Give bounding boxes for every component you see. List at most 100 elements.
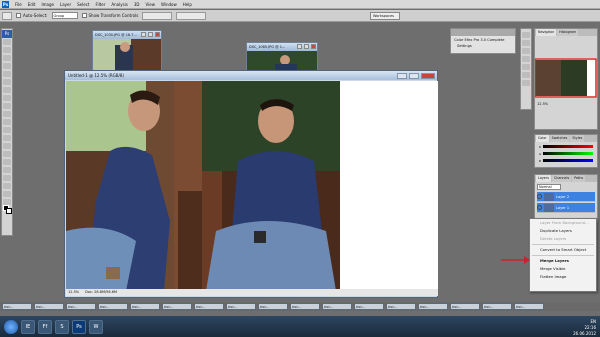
move-tool-preset-button[interactable] [2, 11, 12, 20]
document-canvas[interactable] [66, 81, 438, 291]
history-brush-tool-icon[interactable] [3, 111, 11, 117]
tray-date[interactable]: 26.06.2012 [573, 331, 596, 337]
menu-help[interactable]: Help [183, 2, 192, 7]
menu-convert-smart-object[interactable]: Convert to Smart Object [530, 246, 596, 254]
checkbox-box[interactable] [81, 13, 87, 18]
quick-select-tool-icon[interactable] [3, 63, 11, 69]
document-window-untitled[interactable]: Untitled-1 @ 12.5% (RGB/8) 12.5% Doc: 28… [64, 70, 438, 298]
taskbar-photoshop-icon[interactable]: Ps [72, 319, 86, 334]
window-titlebar[interactable]: Untitled-1 @ 12.5% (RGB/8) [65, 71, 437, 80]
menu-view[interactable]: View [146, 2, 156, 7]
menu-image[interactable]: Image [41, 2, 54, 7]
path-select-tool-icon[interactable] [3, 167, 11, 173]
minimized-doc[interactable]: DSC... [322, 303, 352, 310]
clone-source-panel-icon[interactable] [522, 56, 530, 62]
tab-histogram[interactable]: Histogram [557, 29, 579, 36]
3d-rotate-tool-icon[interactable] [3, 183, 11, 189]
checkbox-box[interactable] [16, 13, 21, 18]
marquee-tool-icon[interactable] [3, 47, 11, 53]
healing-brush-tool-icon[interactable] [3, 87, 11, 93]
navigator-zoom[interactable]: 12.5% [535, 98, 597, 110]
menu-file[interactable]: File [15, 2, 22, 7]
auto-select-dropdown[interactable]: Group [51, 12, 78, 19]
menu-layer-from-background[interactable]: Layer From Background... [530, 219, 596, 227]
menu-select[interactable]: Select [77, 2, 89, 7]
menu-filter[interactable]: Filter [95, 2, 105, 7]
hand-tool-icon[interactable] [3, 191, 11, 197]
menu-merge-visible[interactable]: Merge Visible [530, 265, 596, 273]
maximize-icon[interactable] [148, 32, 153, 37]
tab-channels[interactable]: Channels [551, 175, 572, 182]
gradient-tool-icon[interactable] [3, 127, 11, 133]
taskbar-firefox-icon[interactable]: Ff [38, 319, 52, 334]
clone-stamp-tool-icon[interactable] [3, 103, 11, 109]
tab-swatches[interactable]: Swatches [549, 135, 570, 142]
green-slider[interactable] [543, 152, 593, 155]
window-titlebar[interactable]: DSC_1030.JPG @ 16.7... [93, 31, 161, 39]
tab-paths[interactable]: Paths [572, 175, 586, 182]
masks-panel-icon[interactable] [522, 80, 530, 86]
close-icon[interactable] [155, 32, 160, 37]
minimized-doc[interactable]: DSC... [162, 303, 192, 310]
minimized-doc[interactable]: DSC... [386, 303, 416, 310]
color-efex-settings-item[interactable]: Settings [451, 44, 515, 48]
minimized-doc[interactable]: DSC... [258, 303, 288, 310]
maximize-icon[interactable] [409, 72, 419, 79]
pen-tool-icon[interactable] [3, 151, 11, 157]
minimized-doc[interactable]: DSC... [226, 303, 256, 310]
actions-panel-icon[interactable] [522, 40, 530, 46]
history-panel-icon[interactable] [522, 32, 530, 38]
paragraph-panel-icon[interactable] [522, 72, 530, 78]
eyedropper-tool-icon[interactable] [3, 79, 11, 85]
start-button-icon[interactable] [4, 319, 18, 334]
brushes-panel-icon[interactable] [522, 48, 530, 54]
menu-window[interactable]: Window [161, 2, 177, 7]
distribute-buttons[interactable] [176, 11, 207, 20]
menu-edit[interactable]: Edit [28, 2, 36, 7]
minimize-icon[interactable] [141, 32, 146, 37]
minimized-doc[interactable]: DSC... [2, 303, 32, 310]
lasso-tool-icon[interactable] [3, 55, 11, 61]
zoom-level[interactable]: 12.5% [68, 289, 79, 296]
minimized-doc[interactable]: DSC... [66, 303, 96, 310]
type-tool-icon[interactable] [3, 159, 11, 165]
shape-tool-icon[interactable] [3, 175, 11, 181]
minimized-doc[interactable]: DSC... [290, 303, 320, 310]
menu-duplicate-layers[interactable]: Duplicate Layers [530, 227, 596, 235]
menu-delete-layers[interactable]: Delete Layers [530, 235, 596, 243]
minimized-doc[interactable]: DSC... [482, 303, 512, 310]
minimize-icon[interactable] [297, 44, 302, 49]
eye-icon[interactable] [537, 194, 542, 199]
layer-row-layer2[interactable]: Layer 2 [537, 192, 595, 202]
align-buttons[interactable] [142, 11, 173, 20]
menu-merge-layers[interactable]: Merge Layers [530, 257, 596, 265]
menu-3d[interactable]: 3D [134, 2, 140, 7]
window-titlebar[interactable]: DSC_1065.JPG @ 1... [247, 43, 317, 51]
tab-styles[interactable]: Styles [570, 135, 585, 142]
auto-select-checkbox[interactable]: Auto-Select: [16, 13, 48, 18]
navigator-preview[interactable] [535, 58, 597, 98]
tab-navigator[interactable]: Navigator [536, 29, 557, 36]
background-color-swatch[interactable] [6, 208, 12, 214]
minimized-doc[interactable]: DSC... [98, 303, 128, 310]
show-transform-checkbox[interactable]: Show Transform Controls [81, 13, 138, 18]
minimized-doc[interactable]: DSC... [34, 303, 64, 310]
blue-slider[interactable] [543, 159, 593, 162]
tab-color[interactable]: Color [536, 135, 549, 142]
dodge-tool-icon[interactable] [3, 143, 11, 149]
taskbar-word-icon[interactable]: W [89, 319, 103, 334]
minimized-doc[interactable]: DSC... [418, 303, 448, 310]
minimized-doc[interactable]: DSC... [130, 303, 160, 310]
maximize-icon[interactable] [304, 44, 309, 49]
layer-row-layer1[interactable]: Layer 1 [537, 203, 595, 213]
blur-tool-icon[interactable] [3, 135, 11, 141]
tab-layers[interactable]: Layers [536, 175, 551, 182]
doc-window-dsc1065[interactable]: DSC_1065.JPG @ 1... [246, 42, 318, 72]
menu-flatten-image[interactable]: Flatten Image [530, 273, 596, 281]
minimized-doc[interactable]: DSC... [354, 303, 384, 310]
taskbar-skype-icon[interactable]: S [55, 319, 69, 334]
close-icon[interactable] [421, 72, 435, 79]
crop-tool-icon[interactable] [3, 71, 11, 77]
blend-mode-dropdown[interactable]: Normal [537, 184, 561, 190]
eraser-tool-icon[interactable] [3, 119, 11, 125]
